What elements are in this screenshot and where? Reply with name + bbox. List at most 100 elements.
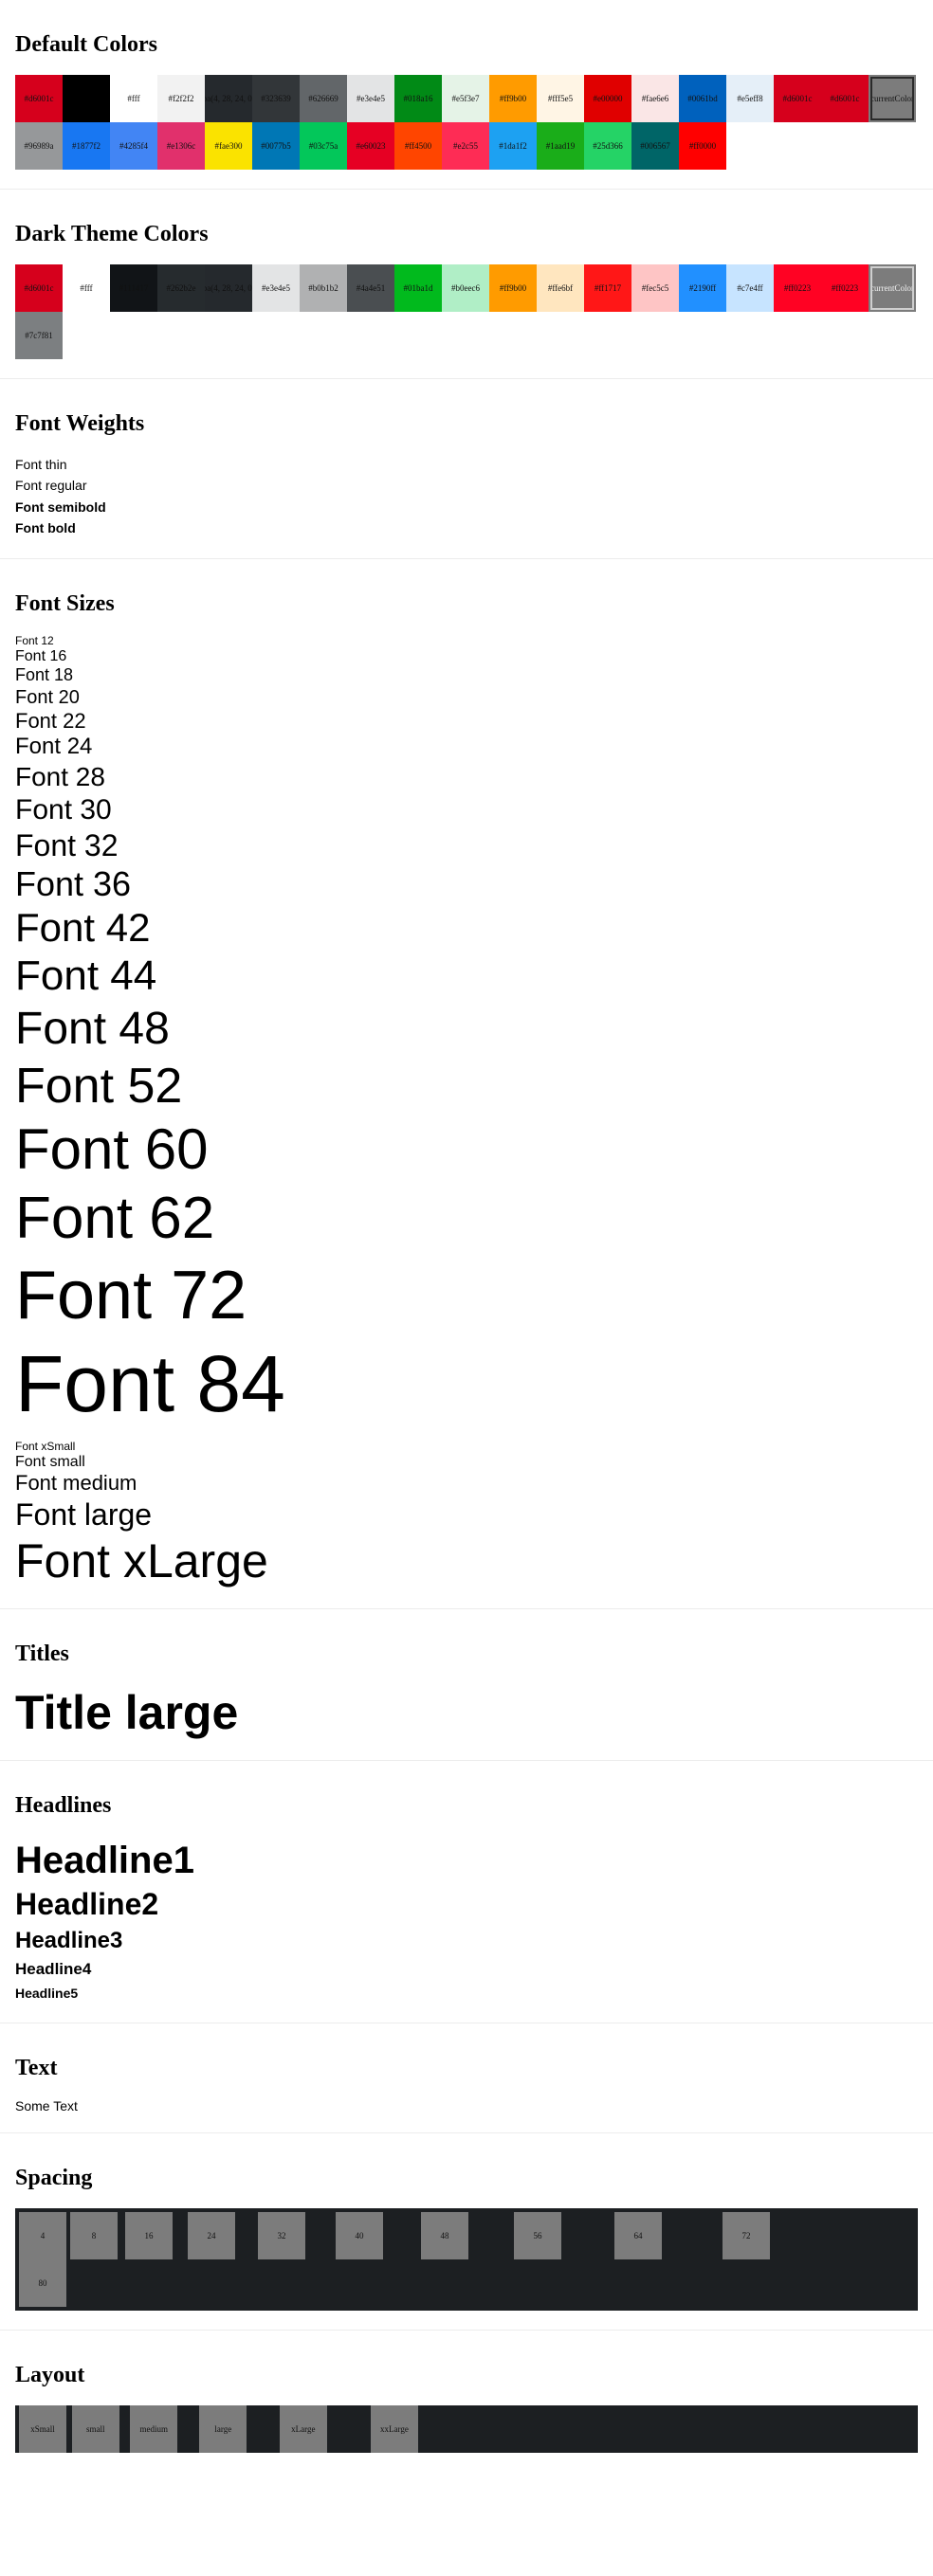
spacing-box: 64 [614, 2211, 662, 2259]
spacing-box: 40 [336, 2211, 383, 2259]
font-size-sample: Font 18 [15, 665, 74, 685]
dark-swatch: #ff9b00 [489, 264, 537, 312]
dark-swatch: #fec5c5 [631, 264, 679, 312]
default-swatch: #626669 [300, 75, 347, 122]
font-size-sample: Font 36 [15, 863, 132, 903]
font-size-sample: Font 52 [15, 1058, 183, 1114]
default-swatch: #e5eff8 [726, 75, 774, 122]
font-size-sample: Font medium [15, 1471, 137, 1496]
font-weight-sample: Font semibold [15, 499, 106, 515]
default-swatch: #1877f2 [63, 122, 110, 170]
default-swatch: #1aad19 [537, 122, 584, 170]
headline5-sample: Headline5 [15, 1985, 79, 2001]
headlines-section: Headlines Headline1 Headline2 Headline3 … [0, 1761, 933, 2023]
spacing-section: Spacing 4 8 16 24 32 40 48 56 64 72 80 [0, 2133, 933, 2331]
dark-swatch: #262b2e [157, 264, 205, 312]
default-swatch: #e5f3e7 [442, 75, 489, 122]
default-swatch: #ff0000 [679, 122, 726, 170]
spacing-box: 24 [188, 2211, 235, 2259]
section-title-layout: Layout [15, 2362, 85, 2387]
spacing-box: 72 [723, 2211, 770, 2259]
layout-box: large [199, 2404, 247, 2453]
font-weight-samples: Font thin Font regular Font semibold Font b… [15, 454, 918, 539]
section-title-font-sizes: Font Sizes [15, 590, 115, 616]
layout-section: Layout xSmall small medium large xLarge xxLar… [0, 2331, 933, 2472]
default-swatch: #e60023 [347, 122, 394, 170]
spacing-box: 4 [19, 2211, 66, 2259]
section-title-titles: Titles [15, 1642, 69, 1667]
default-color-swatches: #d6001c#000#fff#f2f2f2rgba(4, 28, 24, 0.… [15, 75, 918, 170]
dark-swatch: #01ba1d [394, 264, 442, 312]
default-swatch: rgba(4, 28, 24, 0.9) [205, 75, 252, 122]
headline3-sample: Headline3 [15, 1927, 123, 1953]
font-size-sample: Font 16 [15, 647, 67, 664]
font-weights-section: Font Weights Font thin Font regular Font s… [0, 379, 933, 559]
dark-swatch: #b0eec6 [442, 264, 489, 312]
font-size-sample: Font xSmall [15, 1439, 76, 1453]
title-large-sample: Title large [15, 1686, 239, 1740]
dark-swatch: #7c7f81 [15, 312, 63, 359]
headline2-sample: Headline2 [15, 1887, 159, 1922]
default-swatch: #006567 [631, 122, 679, 170]
default-swatch: #fff5e5 [537, 75, 584, 122]
font-size-sample: Font 48 [15, 1004, 170, 1055]
default-swatch: #25d366 [584, 122, 631, 170]
default-swatch: #e1306c [157, 122, 205, 170]
default-swatch: #000 [63, 75, 110, 122]
spacing-box: 80 [19, 2259, 66, 2307]
default-swatch: #e3e4e5 [347, 75, 394, 122]
spacing-box: 56 [514, 2211, 561, 2259]
spacing-panel: 4 8 16 24 32 40 48 56 64 72 80 [15, 2207, 918, 2311]
section-title-font-weights: Font Weights [15, 411, 145, 436]
section-title-default-colors: Default Colors [15, 32, 157, 57]
dark-swatch: #d6001c [15, 264, 63, 312]
default-swatch: currentColor [869, 75, 916, 122]
headline4-sample: Headline4 [15, 1960, 92, 1979]
font-size-sample: Font 12 [15, 633, 54, 647]
dark-swatch: #e3e4e5 [252, 264, 300, 312]
font-sizes-section: Font Sizes Font 12 Font 16 Font 18 Font 20 F… [0, 559, 933, 1610]
layout-box: xSmall [19, 2404, 66, 2453]
default-swatch: #018a16 [394, 75, 442, 122]
dark-swatch: #4a4e51 [347, 264, 394, 312]
dark-colors-section: Dark Theme Colors #d6001c #fff #111417 #262… [0, 190, 933, 379]
font-size-sample: Font 42 [15, 905, 151, 951]
dark-swatch: #111417 [110, 264, 157, 312]
font-weight-sample: Font thin [15, 457, 67, 472]
font-size-samples: Font 12 Font 16 Font 18 Font 20 Font 22 Font … [15, 634, 918, 1590]
default-swatch: #d6001c [774, 75, 821, 122]
default-colors-section: Default Colors #d6001c#000#fff#f2f2f2rgb… [0, 0, 933, 190]
default-swatch: #96989a [15, 122, 63, 170]
text-sample: Some Text [15, 2097, 78, 2113]
dark-swatch: #fff [63, 264, 110, 312]
font-weight-sample: Font regular [15, 478, 87, 494]
layout-panel: xSmall small medium large xLarge xxLarge [15, 2404, 918, 2453]
section-title-dark-colors: Dark Theme Colors [15, 222, 209, 246]
default-swatch: #d6001c [821, 75, 869, 122]
layout-box: small [71, 2404, 119, 2453]
spacing-box: 16 [125, 2211, 173, 2259]
default-swatch: #e00000 [584, 75, 631, 122]
dark-swatch: #ff1717 [584, 264, 631, 312]
section-title-spacing: Spacing [15, 2165, 93, 2190]
section-title-text: Text [15, 2055, 58, 2080]
font-size-sample: Font 84 [15, 1339, 285, 1429]
spacing-box: 48 [421, 2211, 468, 2259]
dark-swatch: rgba(4, 28, 24, 0.9) [205, 264, 252, 312]
default-swatch: #03c75a [300, 122, 347, 170]
default-swatch: #e2c55 [442, 122, 489, 170]
font-size-sample: Font 44 [15, 952, 157, 1000]
default-swatch: #ff9b00 [489, 75, 537, 122]
default-swatch: #d6001c [15, 75, 63, 122]
default-swatch: #ff4500 [394, 122, 442, 170]
default-swatch: #0061bd [679, 75, 726, 122]
font-weight-sample: Font bold [15, 520, 76, 536]
font-size-sample: Font 32 [15, 827, 119, 862]
layout-box: medium [130, 2404, 178, 2453]
default-swatch: #fff [110, 75, 157, 122]
font-size-sample: Font 62 [15, 1186, 215, 1252]
default-swatch: #0077b5 [252, 122, 300, 170]
font-size-sample: Font 72 [15, 1257, 247, 1333]
titles-section: Titles Title large [0, 1609, 933, 1762]
font-size-sample: Font large [15, 1497, 153, 1532]
